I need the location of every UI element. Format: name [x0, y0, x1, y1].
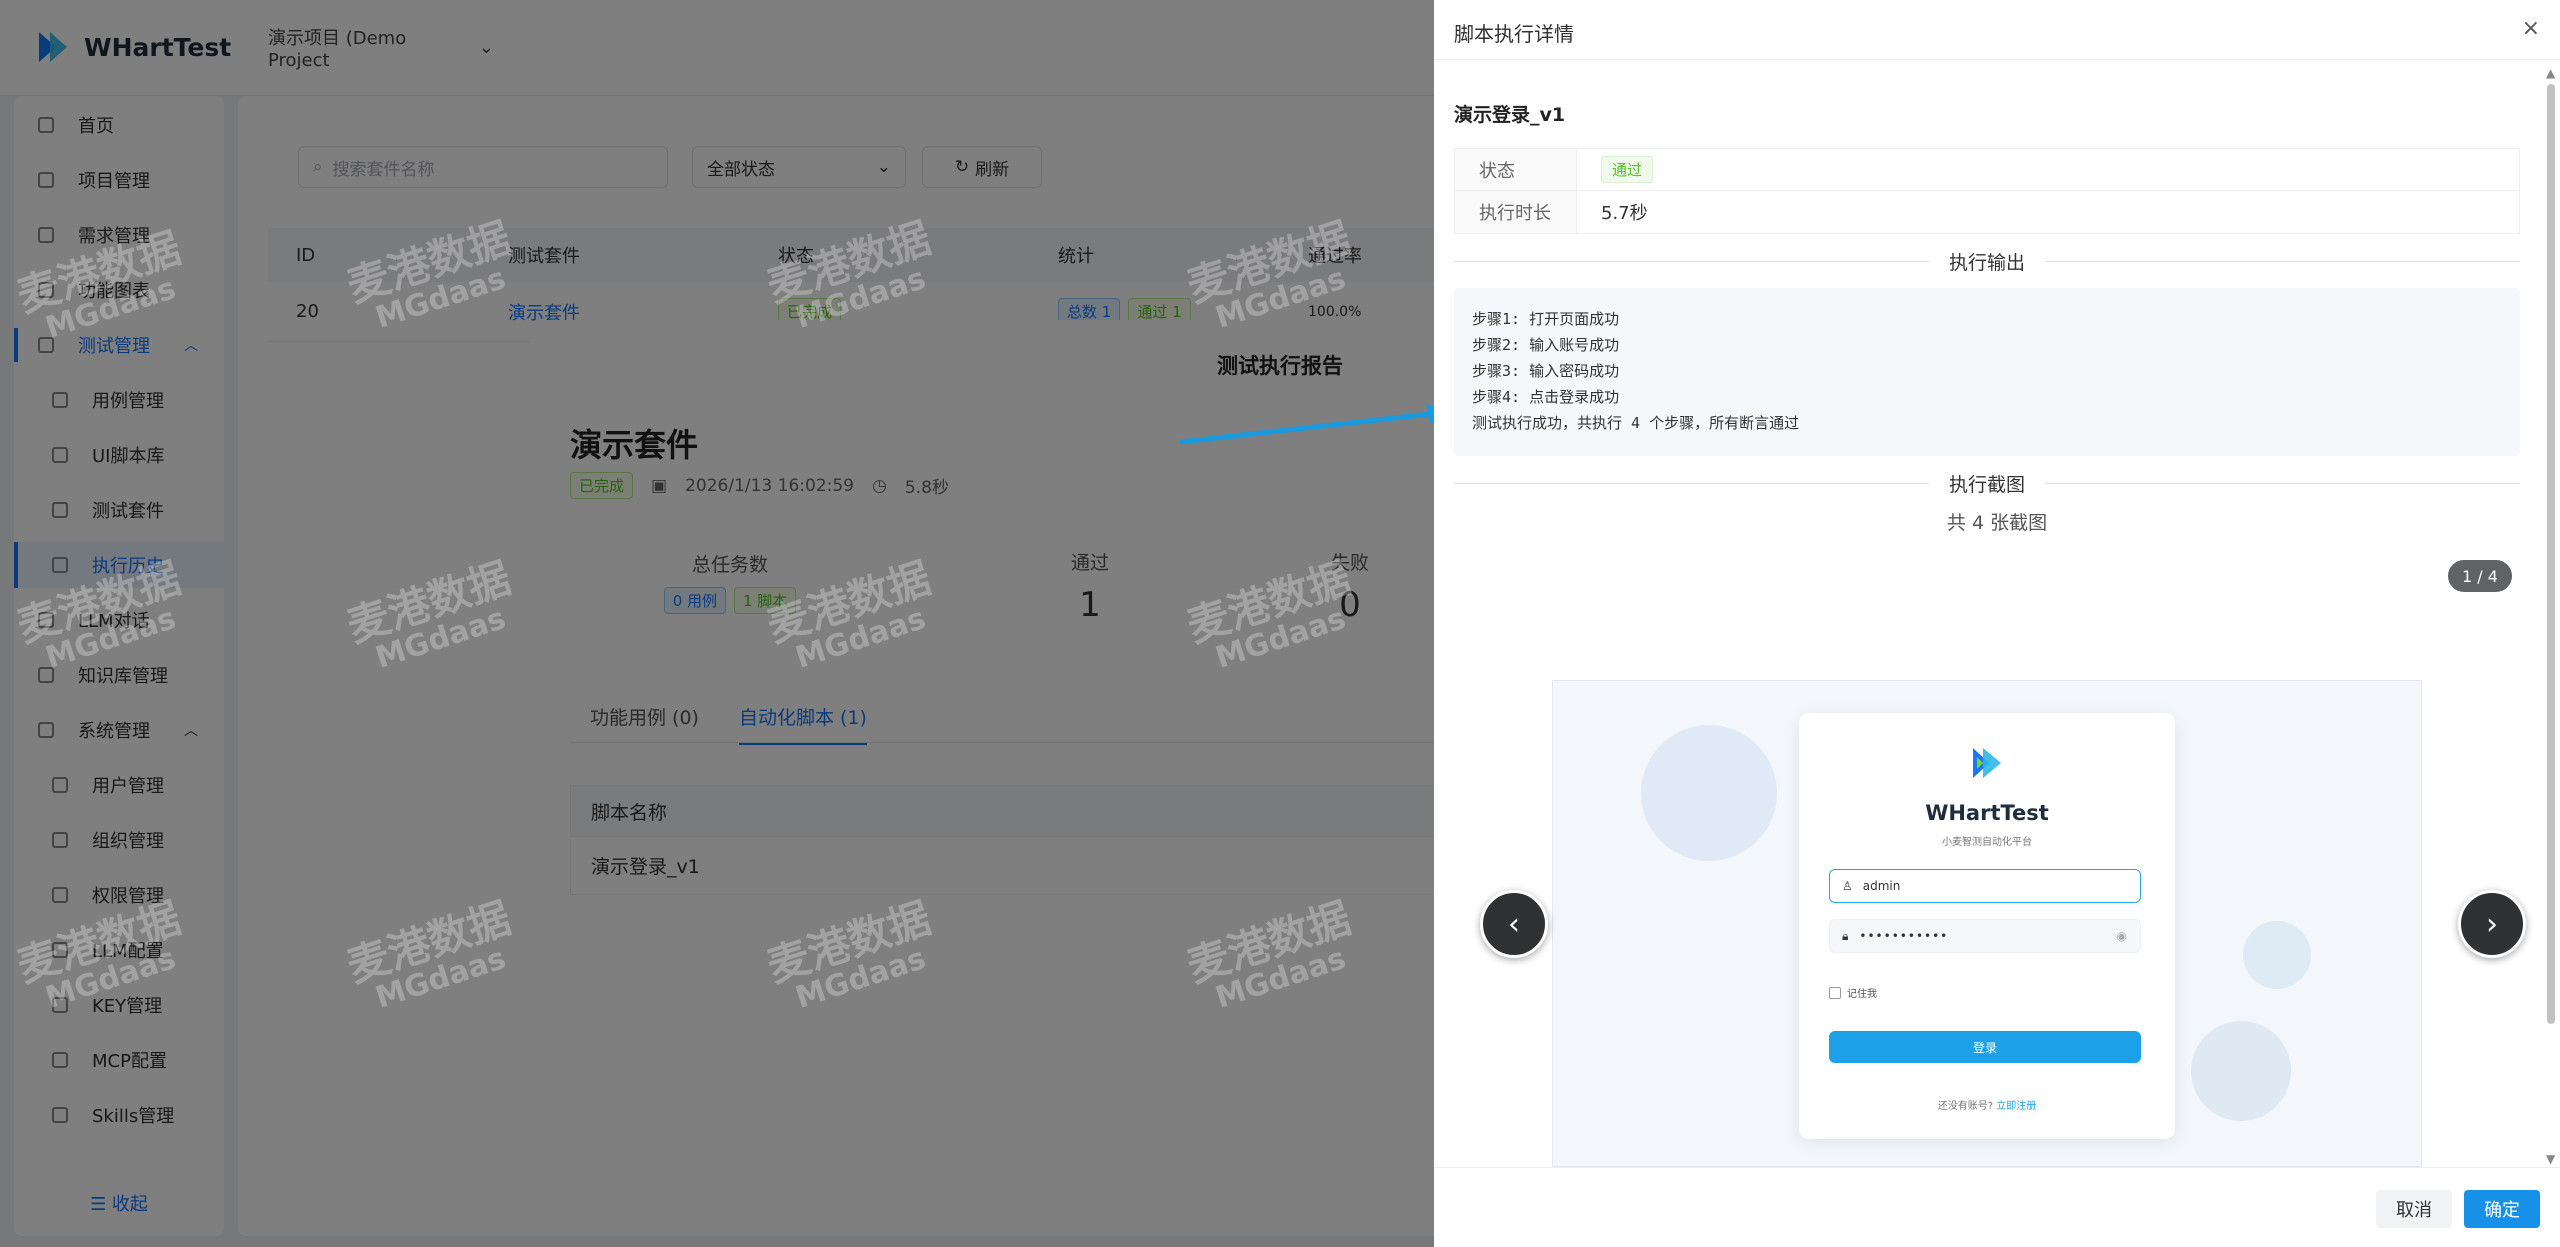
carousel-next-button[interactable]: › [2458, 890, 2526, 958]
scroll-up-icon[interactable]: ▲ [2546, 66, 2555, 80]
info-row-status: 状态 通过 [1455, 149, 2519, 191]
carousel-prev-button[interactable]: ‹ [1480, 890, 1548, 958]
screenshot-count: 共 4 张截图 [1946, 512, 2048, 534]
script-info-table: 状态 通过 执行时长 5.7秒 [1454, 148, 2520, 234]
login-card: WHartTest 小麦智测自动化平台 ♙ admin 🔒︎ •••••••••••… [1799, 713, 2175, 1139]
logo-icon [1973, 748, 2001, 778]
output-line: 步骤1: 打开页面成功 [1472, 310, 1620, 328]
chevron-left-icon: ‹ [1508, 906, 1520, 942]
checkbox-icon [1829, 986, 1841, 999]
drawer-scrollbar[interactable]: ▲ ▼ [2546, 66, 2556, 1166]
annotation-arrow-icon [1179, 404, 1450, 445]
lock-icon: 🔒︎ [1842, 928, 1850, 943]
status-badge: 通过 [1601, 156, 1654, 183]
password-field: 🔒︎ ••••••••••• ◉ [1829, 919, 2141, 953]
drawer-footer: 取消 确定 [1434, 1167, 2560, 1247]
info-row-duration: 执行时长 5.7秒 [1455, 191, 2519, 233]
output-line: 测试执行成功，共执行 4 个步骤，所有断言通过 [1472, 414, 1800, 432]
decor-circle [2191, 1021, 2291, 1121]
drawer-header: 脚本执行详情 × [1434, 0, 2560, 60]
user-icon: ♙ [1842, 879, 1853, 893]
chevron-right-icon: › [2486, 906, 2498, 942]
scroll-down-icon[interactable]: ▼ [2546, 1152, 2555, 1166]
scrollbar-thumb[interactable] [2547, 84, 2555, 1024]
login-subtitle: 小麦智测自动化平台 [1942, 837, 2032, 848]
close-icon[interactable]: × [2522, 16, 2540, 41]
output-line: 步骤4: 点击登录成功 [1472, 388, 1620, 406]
output-line: 步骤2: 输入账号成功 [1472, 336, 1620, 354]
cancel-button[interactable]: 取消 [2376, 1190, 2452, 1228]
script-detail-drawer: 脚本执行详情 × 演示登录_v1 状态 通过 执行时长 5.7秒 执行输出 步骤… [1434, 0, 2560, 1247]
carousel-page-indicator: 1 / 4 [2448, 560, 2512, 592]
decor-circle [1641, 725, 1777, 861]
output-line: 步骤3: 输入密码成功 [1472, 362, 1620, 380]
remember-me: 记住我 [1829, 985, 1877, 1000]
drawer-title: 脚本执行详情 [1454, 22, 1574, 46]
screenshots-section-title: 执行截图 [1454, 468, 2520, 498]
register-prompt: 还没有账号? 立即注册 [1937, 1101, 2037, 1112]
execution-output: 步骤1: 打开页面成功 步骤2: 输入账号成功 步骤3: 输入密码成功 步骤4:… [1454, 288, 2520, 456]
eye-icon: ◉ [2116, 929, 2128, 943]
login-button: 登录 [1829, 1031, 2141, 1063]
login-app-name: WHartTest [1925, 801, 2049, 825]
decor-circle [2243, 921, 2311, 989]
screenshot-image[interactable]: WHartTest 小麦智测自动化平台 ♙ admin 🔒︎ •••••••••••… [1552, 680, 2422, 1167]
confirm-button[interactable]: 确定 [2464, 1190, 2540, 1228]
output-section-title: 执行输出 [1454, 246, 2520, 276]
script-name: 演示登录_v1 [1454, 104, 1566, 126]
username-field: ♙ admin [1829, 869, 2141, 903]
